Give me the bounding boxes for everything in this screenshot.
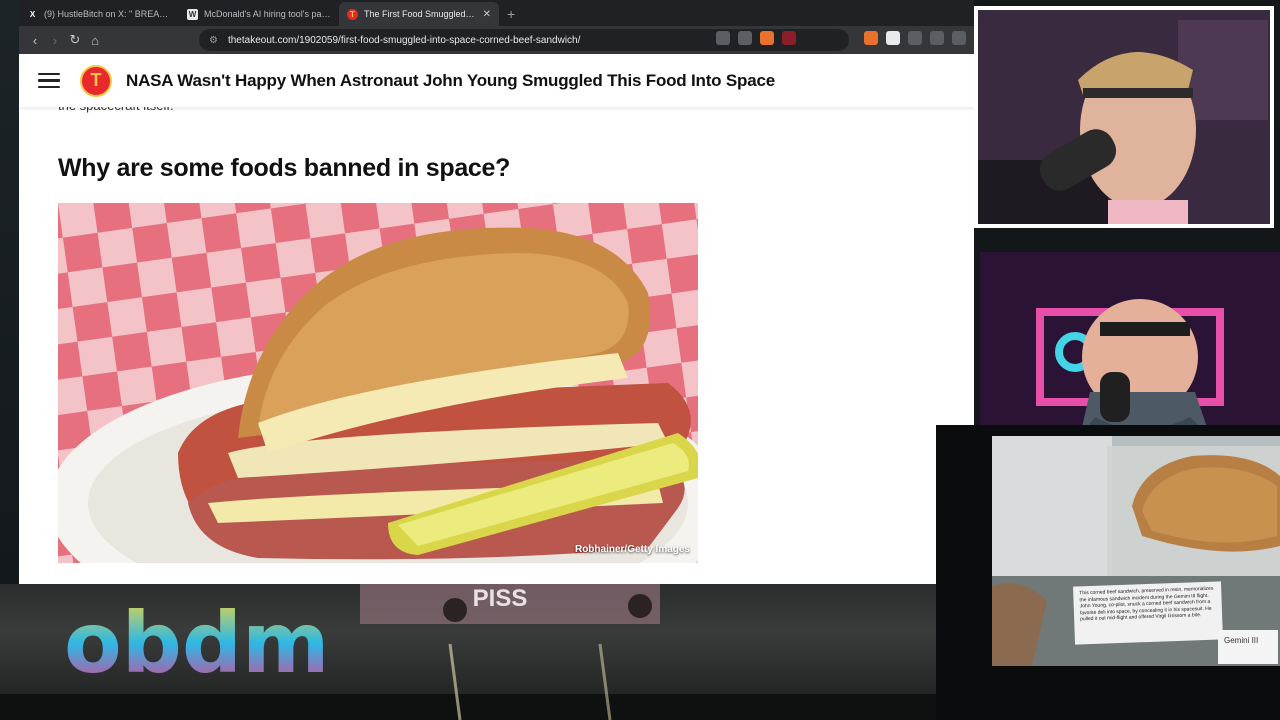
article-title: NASA Wasn't Happy When Astronaut John Yo… <box>126 70 775 90</box>
tab-mcdonalds[interactable]: W McDonald's AI hiring tool's passwor <box>179 2 339 26</box>
back-icon[interactable]: ‹ <box>25 33 45 48</box>
banner-backdrop: PISS obdm <box>0 584 936 720</box>
webcam-host-2 <box>980 252 1280 436</box>
reload-icon[interactable]: ↻ <box>65 32 85 48</box>
extensions-puzzle-icon[interactable] <box>930 31 944 45</box>
new-tab-button[interactable]: + <box>499 6 523 26</box>
site-logo[interactable]: T <box>80 64 112 97</box>
browser-toolbar: ‹ › ↻ ⌂ ⚙ thetakeout.com/1902059/first-f… <box>19 26 974 54</box>
banner-sign-text: PISS <box>473 585 528 612</box>
tab-title: The First Food Smuggled Into Sp <box>364 9 477 19</box>
site-favicon-icon: W <box>187 8 198 20</box>
brave-shield-icon[interactable] <box>760 31 774 45</box>
extension-t-icon[interactable] <box>886 31 900 45</box>
site-info-icon[interactable]: ⚙ <box>209 35 218 46</box>
obdm-logo-text: obdm <box>64 594 330 692</box>
stream-banner: PISS obdm <box>0 584 936 720</box>
tab-title: (9) HustleBitch on X: " BREAKING <box>44 9 171 19</box>
takeout-favicon-icon: T <box>347 8 358 20</box>
webcam-2-scene <box>980 252 1280 436</box>
gemini-label: Gemini III <box>1218 630 1278 664</box>
article-page: T NASA Wasn't Happy When Astronaut John … <box>19 54 974 584</box>
tab-hustlebitch[interactable]: X (9) HustleBitch on X: " BREAKING <box>19 2 179 26</box>
stream-layout: X (9) HustleBitch on X: " BREAKING W McD… <box>0 0 1280 720</box>
tab-takeout[interactable]: T The First Food Smuggled Into Sp ✕ <box>339 2 499 26</box>
museum-placard: This corned beef sandwich, preserved in … <box>1073 581 1223 645</box>
home-icon[interactable]: ⌂ <box>85 33 105 48</box>
share-icon[interactable] <box>738 31 752 45</box>
extension-fox-icon[interactable] <box>864 31 878 45</box>
section-heading: Why are some foods banned in space? <box>58 154 511 182</box>
menu-icon[interactable] <box>38 72 60 89</box>
reader-mode-icon[interactable] <box>716 31 730 45</box>
tab-title: McDonald's AI hiring tool's passwor <box>204 9 331 19</box>
rewards-icon[interactable] <box>782 31 796 45</box>
artifact-photo: This corned beef sandwich, preserved in … <box>992 436 1280 666</box>
x-logo-icon: X <box>29 9 36 19</box>
browser-tabbar: X (9) HustleBitch on X: " BREAKING W McD… <box>19 0 974 26</box>
site-header: T NASA Wasn't Happy When Astronaut John … <box>19 54 974 107</box>
sandwich-illustration <box>58 203 698 563</box>
reuben-sandwich-photo: Robhainer/Getty Images <box>58 203 698 563</box>
extension-icons <box>716 31 966 45</box>
forward-icon[interactable]: › <box>45 33 65 48</box>
sidebar-icon[interactable] <box>952 31 966 45</box>
close-icon[interactable]: ✕ <box>483 9 491 20</box>
webcam-host-1 <box>974 6 1274 228</box>
photo-credit: Robhainer/Getty Images <box>574 544 690 555</box>
extension-dark-icon[interactable] <box>908 31 922 45</box>
url-text[interactable]: thetakeout.com/1902059/first-food-smuggl… <box>228 35 580 46</box>
background-strip <box>0 0 19 584</box>
webcam-1-scene <box>978 10 1270 224</box>
